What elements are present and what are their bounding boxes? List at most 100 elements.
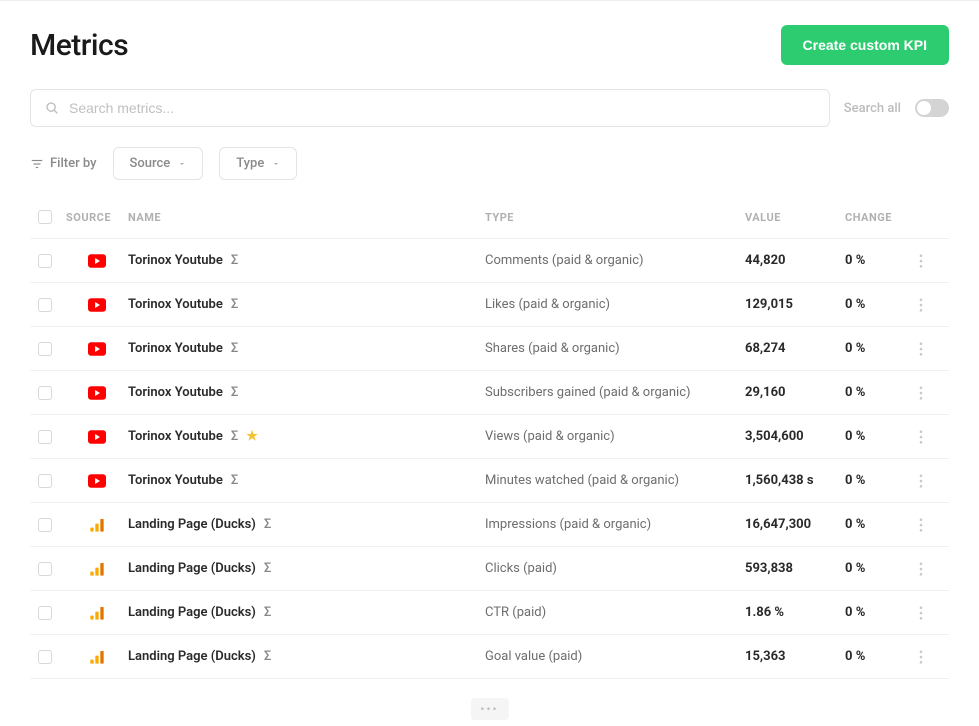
search-input[interactable] [69,100,815,116]
row-actions-menu[interactable] [919,606,949,620]
row-value: 3,504,600 [745,429,845,444]
row-type: Shares (paid & organic) [485,341,745,356]
sigma-icon: Σ [231,253,238,268]
filter-source-dropdown[interactable]: Source [113,147,204,180]
row-type: Minutes watched (paid & organic) [485,473,745,488]
row-checkbox[interactable] [38,342,52,356]
row-value: 593,838 [745,561,845,576]
row-value: 1,560,438 s [745,473,845,488]
row-name-cell: Landing Page (Ducks)Σ [128,561,485,576]
source-icon-analytics [66,649,128,665]
row-name-cell: Torinox YoutubeΣ [128,341,485,356]
search-all-label: Search all [844,101,901,116]
row-type: Likes (paid & organic) [485,297,745,312]
table-row[interactable]: Torinox Youtube Σ Comments (paid & organic… [30,239,949,283]
sigma-icon: Σ [264,517,271,532]
page-header: Metrics Create custom KPI [30,25,949,65]
row-change: 0 % [845,341,919,356]
table-row[interactable]: Torinox YoutubeΣ★Views (paid & organic)3… [30,415,949,459]
source-icon-youtube [66,342,128,356]
select-all-checkbox[interactable] [38,210,52,224]
row-value: 29,160 [745,385,845,400]
row-actions-menu[interactable] [919,562,949,576]
row-actions-menu[interactable] [919,518,949,532]
row-checkbox[interactable] [38,298,52,312]
search-box[interactable] [30,89,830,127]
row-name-cell: Torinox YoutubeΣ [128,385,485,400]
column-type: TYPE [485,211,745,224]
row-checkbox[interactable] [38,254,52,268]
row-checkbox[interactable] [38,386,52,400]
filter-row: Filter by Source Type [30,147,949,180]
row-change: 0 % [845,429,919,444]
source-icon-youtube [66,430,128,444]
star-icon: ★ [246,429,258,444]
row-name-cell: Torinox Youtube Σ [128,253,485,268]
create-custom-kpi-button[interactable]: Create custom KPI [781,25,949,65]
row-name-label: Landing Page (Ducks) [128,517,256,532]
row-checkbox[interactable] [38,650,52,664]
filter-by-button[interactable]: Filter by [30,156,97,171]
table-row[interactable]: Landing Page (Ducks) Σ Impressions (paid &… [30,503,949,547]
filter-by-label: Filter by [50,156,97,171]
row-name-label: Torinox Youtube [128,253,223,268]
metrics-table: SOURCE NAME TYPE VALUE CHANGE Torinox Yo… [30,204,949,679]
footer-pagination[interactable]: ••• [470,698,508,720]
source-icon-youtube [66,474,128,488]
row-name-label: Torinox Youtube [128,385,223,400]
row-actions-menu[interactable] [919,298,949,312]
source-icon-analytics [66,561,128,577]
column-value: VALUE [745,211,845,224]
row-change: 0 % [845,253,919,268]
sigma-icon: Σ [264,605,271,620]
table-row[interactable]: Torinox YoutubeΣShares (paid & organic)6… [30,327,949,371]
row-name-label: Torinox Youtube [128,341,223,356]
row-name-cell: Torinox YoutubeΣ [128,297,485,312]
row-change: 0 % [845,605,919,620]
row-checkbox[interactable] [38,474,52,488]
source-icon-analytics [66,517,128,533]
row-value: 1.86 % [745,605,845,620]
table-row[interactable]: Landing Page (Ducks)ΣClicks (paid)593,83… [30,547,949,591]
search-all-toggle[interactable] [915,99,949,117]
table-row[interactable]: Torinox YoutubeΣLikes (paid & organic)12… [30,283,949,327]
row-name-label: Landing Page (Ducks) [128,605,256,620]
filter-type-dropdown[interactable]: Type [219,147,297,180]
row-type: Impressions (paid & organic) [485,517,745,532]
row-change: 0 % [845,649,919,664]
row-actions-menu[interactable] [919,254,949,268]
row-type: Comments (paid & organic) [485,253,745,268]
row-name-label: Torinox Youtube [128,297,223,312]
column-name: NAME [128,211,485,224]
chevron-down-icon [272,160,280,168]
row-change: 0 % [845,385,919,400]
table-row[interactable]: Landing Page (Ducks)ΣGoal value (paid)15… [30,635,949,679]
row-type: Goal value (paid) [485,649,745,664]
source-icon-analytics [66,605,128,621]
row-name-cell: Landing Page (Ducks) Σ [128,605,485,620]
sigma-icon: Σ [231,473,238,488]
row-value: 129,015 [745,297,845,312]
chevron-down-icon [178,160,186,168]
row-actions-menu[interactable] [919,386,949,400]
table-row[interactable]: Torinox YoutubeΣMinutes watched (paid & … [30,459,949,503]
row-checkbox[interactable] [38,562,52,576]
row-actions-menu[interactable] [919,430,949,444]
table-row[interactable]: Torinox YoutubeΣSubscribers gained (paid… [30,371,949,415]
table-header: SOURCE NAME TYPE VALUE CHANGE [30,204,949,239]
row-checkbox[interactable] [38,430,52,444]
row-type: Clicks (paid) [485,561,745,576]
source-icon-youtube [66,254,128,268]
source-icon-youtube [66,298,128,312]
row-actions-menu[interactable] [919,650,949,664]
row-type: Subscribers gained (paid & organic) [485,385,745,400]
row-actions-menu[interactable] [919,474,949,488]
row-checkbox[interactable] [38,518,52,532]
table-row[interactable]: Landing Page (Ducks)ΣCTR (paid)1.86 %0 % [30,591,949,635]
row-change: 0 % [845,473,919,488]
row-checkbox[interactable] [38,606,52,620]
column-source: SOURCE [66,211,128,224]
row-value: 68,274 [745,341,845,356]
row-actions-menu[interactable] [919,342,949,356]
source-icon-youtube [66,386,128,400]
